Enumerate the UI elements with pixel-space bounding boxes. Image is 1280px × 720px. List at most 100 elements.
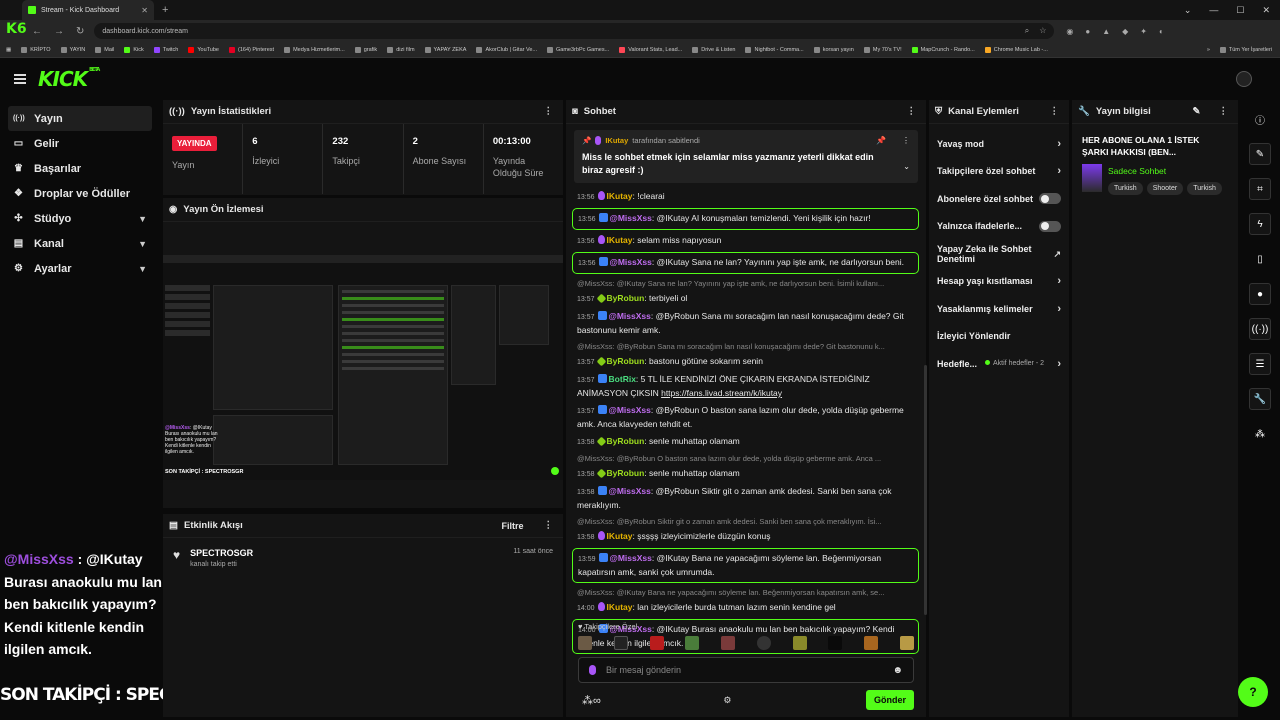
maximize-button[interactable]: ☐ bbox=[1236, 5, 1244, 16]
emote-icon[interactable] bbox=[649, 636, 664, 650]
edit-icon[interactable]: ✎ bbox=[1249, 143, 1271, 165]
sidebar-item-gelir[interactable]: ▭ Gelir bbox=[8, 131, 152, 156]
message-link[interactable]: https://fans.livad.stream/k/ikutay bbox=[661, 388, 782, 398]
chat-settings-icon[interactable]: ⚙ bbox=[723, 695, 731, 706]
sidebar-item-droplar[interactable]: ❖ Droplar ve Ödüller bbox=[8, 181, 152, 206]
chat-bubble-icon[interactable]: ● bbox=[1249, 283, 1271, 305]
message-username[interactable]: @MissXss bbox=[609, 311, 651, 321]
tab-search-icon[interactable]: ⌄ bbox=[1184, 5, 1192, 16]
action-slow-mode[interactable]: Yavaş mod › bbox=[929, 130, 1069, 158]
url-input[interactable]: dashboard.kick.com/stream ⌕ ☆ bbox=[94, 23, 1055, 39]
group-icon[interactable]: ⁂ bbox=[1249, 423, 1271, 445]
extension-icon[interactable]: ◉ bbox=[1066, 27, 1073, 36]
bookmark[interactable]: Drive & Listen bbox=[692, 46, 735, 53]
more-icon[interactable]: ⋮ bbox=[544, 520, 554, 531]
edit-icon[interactable]: ✎ bbox=[1193, 106, 1201, 117]
bookmark[interactable]: YouTube bbox=[188, 46, 219, 53]
chat-message[interactable]: 14:00 IKutay: lan izleyicilerle burda tut… bbox=[572, 599, 919, 617]
zoom-icon[interactable]: ⌕ bbox=[1025, 26, 1029, 36]
message-username[interactable]: ByRobun bbox=[607, 356, 645, 366]
user-avatar[interactable] bbox=[1236, 71, 1252, 87]
chat-message[interactable]: 13:57 ByRobun: bastonu götüne sokarım sen… bbox=[572, 353, 919, 371]
bookmark[interactable]: Chrome Music Lab -... bbox=[984, 46, 1048, 53]
sidebar-item-ayarlar[interactable]: ⚙ Ayarlar ▼ bbox=[8, 256, 152, 281]
subs-only-toggle[interactable] bbox=[1039, 193, 1061, 205]
more-icon[interactable]: ⋮ bbox=[907, 106, 917, 117]
bookmark[interactable]: Game3rbPc Games... bbox=[547, 46, 609, 53]
more-icon[interactable]: ⋮ bbox=[1050, 106, 1060, 117]
category-name[interactable]: Sadece Sohbet bbox=[1108, 166, 1222, 176]
bookmark[interactable]: Twitch bbox=[153, 46, 178, 53]
extension-icon[interactable]: ◆ bbox=[1122, 27, 1128, 36]
sidebar-item-studyo[interactable]: ✣ Stüdyo ▼ bbox=[8, 206, 152, 231]
message-username[interactable]: ByRobun bbox=[607, 436, 645, 446]
emote-icon[interactable] bbox=[756, 636, 771, 650]
info-icon[interactable]: ⓘ bbox=[1249, 108, 1271, 130]
reload-button[interactable]: ↻ bbox=[76, 26, 84, 37]
feed-username[interactable]: SPECTROSGR bbox=[190, 548, 253, 558]
bookmark[interactable]: Kick bbox=[124, 46, 144, 53]
action-account-age[interactable]: Hesap yaşı kısıtlaması › bbox=[929, 268, 1069, 296]
bookmark[interactable]: Medya Hizmetlerim... bbox=[284, 46, 345, 53]
emote-icon[interactable] bbox=[899, 636, 914, 650]
bookmark-star-icon[interactable]: ☆ bbox=[1039, 26, 1046, 36]
chat-message[interactable]: 13:58 IKutay: şsşşş izleyicimizlerle düzg… bbox=[572, 528, 919, 546]
message-username[interactable]: IKutay bbox=[607, 531, 633, 541]
bookmarks-more[interactable]: » bbox=[1207, 47, 1210, 53]
chat-message[interactable]: 13:57 ByRobun: terbiyeli ol bbox=[572, 290, 919, 308]
action-banned-words[interactable]: Yasaklanmış kelimeler › bbox=[929, 295, 1069, 323]
puzzle-icon[interactable]: ✦ bbox=[1140, 27, 1147, 36]
apps-icon[interactable]: ▦ bbox=[6, 47, 11, 53]
chat-message[interactable]: 13:56 IKutay: selam miss napıyosun bbox=[572, 232, 919, 250]
browser-tab[interactable]: Stream - Kick Dashboard ✕ bbox=[22, 0, 154, 20]
pinned-message[interactable]: 📌 IKutay tarafından sabitlendi Miss le s… bbox=[574, 130, 918, 183]
bookmark[interactable]: AkorClub | Gitar Ve... bbox=[476, 46, 537, 53]
sidebar-item-kanal[interactable]: ▤ Kanal ▼ bbox=[8, 231, 152, 256]
message-username[interactable]: @MissXss bbox=[610, 213, 652, 223]
minimize-button[interactable]: — bbox=[1209, 5, 1218, 16]
emote-icon[interactable] bbox=[792, 636, 807, 650]
message-username[interactable]: @MissXss bbox=[609, 405, 651, 415]
close-window-button[interactable]: ✕ bbox=[1262, 5, 1270, 16]
emoji-icon[interactable]: ☻ bbox=[892, 665, 903, 676]
message-username[interactable]: @MissXss bbox=[610, 553, 652, 563]
sidebar-item-basarilar[interactable]: ♛ Başarılar bbox=[8, 156, 152, 181]
chat-message[interactable]: 13:57 @MissXss: @ByRobun O baston sana la… bbox=[572, 402, 919, 433]
more-icon[interactable]: ⋮ bbox=[1219, 106, 1229, 117]
message-username[interactable]: IKutay bbox=[607, 191, 633, 201]
message-username[interactable]: IKutay bbox=[607, 235, 633, 245]
more-icon[interactable]: ⋮ bbox=[544, 106, 554, 117]
bookmark[interactable]: dizi film bbox=[387, 46, 415, 53]
action-subs-only[interactable]: Abonelere özel sohbet bbox=[929, 185, 1069, 213]
chat-message-input[interactable]: Bir mesaj gönderin ☻ bbox=[578, 657, 914, 683]
chat-messages[interactable]: 13:56 IKutay: !clearai 13:56 @MissXss: @IKu… bbox=[572, 188, 919, 654]
wrench-icon[interactable]: 🔧 bbox=[1249, 388, 1271, 410]
kick-logo[interactable]: KICK BETA bbox=[38, 67, 100, 91]
sidebar-item-yayin[interactable]: ((·)) Yayın bbox=[8, 106, 152, 131]
camera-icon[interactable]: ⌗ bbox=[1249, 178, 1271, 200]
message-username[interactable]: @MissXss bbox=[610, 257, 652, 267]
action-followers-only[interactable]: Takipçilere özel sohbet › bbox=[929, 158, 1069, 186]
bookmark[interactable]: (164) Pinterest bbox=[229, 46, 274, 53]
tab-close-icon[interactable]: ✕ bbox=[141, 6, 148, 15]
chat-message[interactable]: 13:58 ByRobun: senle muhattap olamam bbox=[572, 465, 919, 483]
filter-button[interactable]: Filtre bbox=[501, 521, 523, 531]
menu-icon[interactable] bbox=[14, 74, 26, 84]
action-goals[interactable]: Hedefle... Aktif hedefler - 2 › bbox=[929, 350, 1069, 378]
bookmark[interactable]: Nightbot - Comma... bbox=[745, 46, 804, 53]
profile-icon[interactable]: ◐ bbox=[1159, 27, 1164, 36]
chat-message[interactable]: 13:58 @MissXss: @ByRobun Siktir git o zam… bbox=[572, 483, 919, 514]
lightning-icon[interactable]: ϟ bbox=[1249, 213, 1271, 235]
emote-icon[interactable] bbox=[721, 636, 736, 650]
message-username[interactable]: ByRobun bbox=[607, 468, 645, 478]
bookmark[interactable]: Valorant Stats, Lead... bbox=[619, 46, 682, 53]
bookmark[interactable]: grafik bbox=[354, 46, 377, 53]
chevron-down-icon[interactable]: ⌄ bbox=[903, 162, 910, 171]
points-icon[interactable]: ⁂∞ bbox=[582, 694, 601, 707]
emote-icon[interactable] bbox=[578, 636, 592, 650]
action-emote-only[interactable]: Yalnızca ifadelerle... bbox=[929, 213, 1069, 241]
bookmark[interactable]: korsan yayın bbox=[813, 46, 854, 53]
bookmark[interactable]: My 70's TV! bbox=[863, 46, 902, 53]
extension-icon[interactable]: ▲ bbox=[1102, 27, 1110, 36]
chat-message[interactable]: 13:57 @MissXss: @ByRobun Sana mı soracağı… bbox=[572, 308, 919, 339]
